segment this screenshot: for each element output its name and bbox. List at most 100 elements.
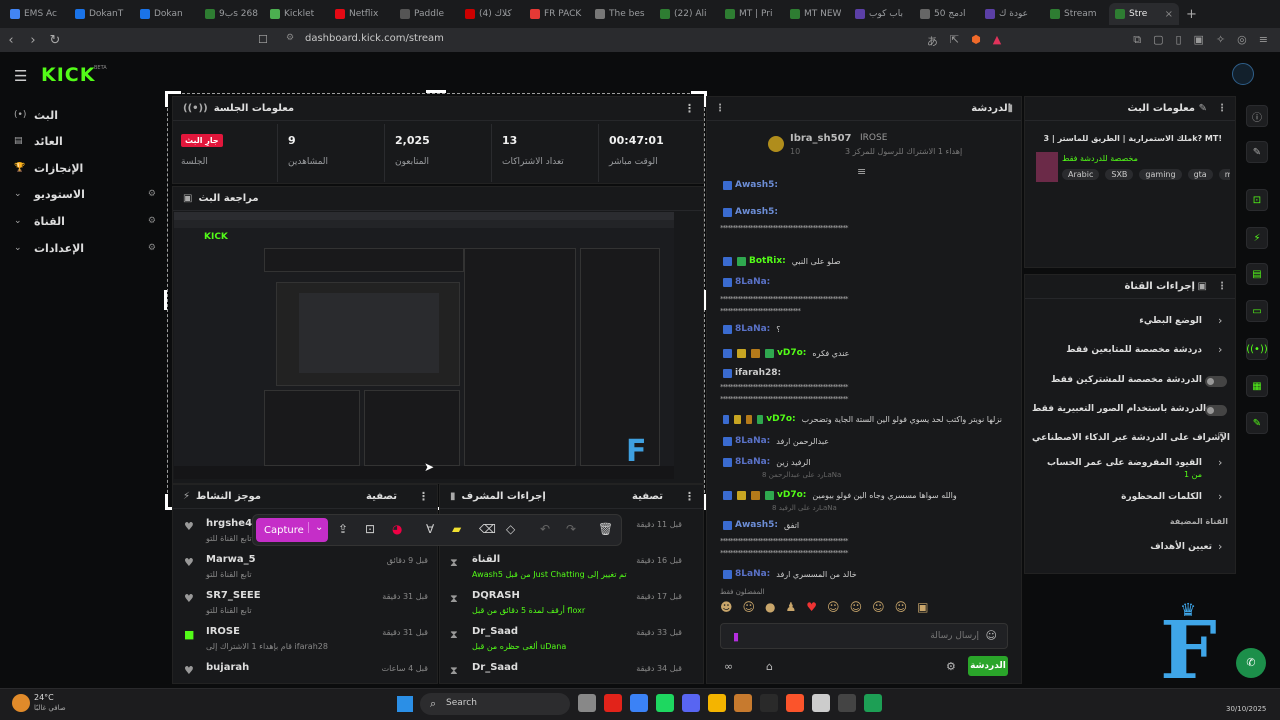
brave-shield-icon[interactable]: ⬢ <box>971 33 981 49</box>
emote-icon[interactable]: ♟ <box>786 600 797 618</box>
browser-tab[interactable]: Kicklet <box>264 3 328 25</box>
site-info-icon[interactable]: ⚙ <box>286 33 294 43</box>
taskbar-app-icon[interactable] <box>578 694 596 712</box>
browser-tab[interactable]: عودة ك <box>979 3 1043 25</box>
stats-icon[interactable]: ▦ <box>1246 375 1268 397</box>
browser-tab[interactable]: باب كوب <box>849 3 913 25</box>
capture-button[interactable]: Capture ⌄ <box>256 518 328 542</box>
stream-tag[interactable]: gta <box>1187 169 1213 180</box>
mod-filter-button[interactable]: تصفية <box>632 491 663 502</box>
chevron-right-icon[interactable]: › <box>1218 343 1222 356</box>
emote-icon[interactable]: ▣ <box>917 600 928 618</box>
screenshot-tool-icon[interactable]: ⊡ <box>365 522 375 536</box>
taskbar-app-icon[interactable] <box>838 694 856 712</box>
taskbar-app-icon[interactable] <box>760 694 778 712</box>
leo-icon[interactable]: ✧ <box>1216 33 1225 49</box>
highlighter-tool-icon[interactable]: ▰ <box>452 522 461 536</box>
clip-icon[interactable]: ⊡ <box>1246 189 1268 211</box>
color-tool-icon[interactable]: ◕ <box>392 522 402 536</box>
browser-tab[interactable]: Dokan <box>134 3 198 25</box>
eraser-tool-icon[interactable]: ⌫ <box>479 522 496 536</box>
weather-desc[interactable]: صافي غالبًا <box>34 704 66 712</box>
browser-tab[interactable]: Stre × <box>1109 3 1179 25</box>
chat-popout-icon[interactable]: ▮ <box>1007 103 1013 114</box>
browser-tab[interactable]: Netflix <box>329 3 393 25</box>
browser-tab[interactable]: MT | Pri <box>719 3 783 25</box>
settings-wrench-icon[interactable]: ✎ <box>1246 412 1268 434</box>
taskbar-search[interactable]: ⌕ Search <box>420 693 570 715</box>
sidebar-item[interactable]: (•) البث <box>8 105 160 125</box>
forward-icon[interactable]: › <box>22 33 44 48</box>
sidebar-item[interactable]: ⌄ الاستوديو ⚙ <box>8 184 160 204</box>
taskbar-app-icon[interactable] <box>812 694 830 712</box>
channel-actions-more-icon[interactable]: ⋮ <box>1217 281 1227 292</box>
chat-message[interactable]: vD7o: والله سواها مسسري وجاه الين فولو بي… <box>720 488 1002 502</box>
activity-filter-button[interactable]: تصفية <box>366 491 397 502</box>
stream-info-more-icon[interactable]: ⋮ <box>1217 103 1227 114</box>
browser-tab[interactable]: The bes <box>589 3 653 25</box>
activity-more-icon[interactable]: ⋮ <box>418 490 429 503</box>
chat-message[interactable]: 8LaNa: ؟ <box>720 322 1002 336</box>
link-icon[interactable]: ∞ <box>724 660 733 673</box>
delete-icon[interactable]: 🗑 <box>598 522 613 536</box>
broadcast-icon[interactable]: ((•)) <box>1246 338 1268 360</box>
browser-tab[interactable]: (4) كلاك <box>459 3 523 25</box>
channel-action-item[interactable]: الكلمات المحظورة <box>1032 492 1202 502</box>
chat-settings-icon[interactable]: ⚙ <box>946 660 956 673</box>
sidebar-item[interactable]: ⌄ الإعدادات ⚙ <box>8 238 160 258</box>
section-settings-icon[interactable]: ⚙ <box>148 243 156 253</box>
channel-action-item[interactable]: الدردشة مخصصة للمشتركين فقط <box>1032 375 1202 385</box>
chevron-right-icon[interactable]: › <box>1218 456 1222 469</box>
store-icon[interactable]: ⌂ <box>766 660 773 673</box>
channel-action-item[interactable]: القيود المفروضة على عمر الحساب <box>1032 458 1202 468</box>
chat-message[interactable]: vD7o: عندي فكره <box>720 346 1002 360</box>
weather-temp[interactable]: 24°C <box>34 693 54 702</box>
share-icon[interactable]: ⇱ <box>950 33 959 49</box>
collapse-pinned-icon[interactable]: ≡ <box>857 165 866 178</box>
external-link-icon[interactable]: ⇱ <box>1218 432 1226 442</box>
taskbar-date[interactable]: 30/10/2025 <box>1226 705 1266 713</box>
document-icon[interactable]: ▤ <box>1246 263 1268 285</box>
chat-more-icon[interactable]: ⋮ <box>715 103 725 114</box>
browser-tab[interactable]: DokanT <box>69 3 133 25</box>
channel-action-item[interactable]: الدردشة باستخدام الصور التعبيرية فقط <box>1032 404 1206 414</box>
sidebar-item[interactable]: ⌄ القناة ⚙ <box>8 211 160 231</box>
windows-start-icon[interactable] <box>397 696 413 712</box>
channel-action-item[interactable]: الإشراف على الدردشة عبر الذكاء الاصطناعي <box>1032 433 1230 443</box>
tab-search-icon[interactable]: ▢ <box>1153 33 1163 49</box>
translate-icon[interactable]: あ <box>927 33 938 49</box>
weather-icon[interactable] <box>12 694 30 712</box>
browser-tab[interactable]: Paddle <box>394 3 458 25</box>
selection-handle-top[interactable] <box>426 90 446 93</box>
channel-action-item[interactable]: دردشة مخصصة للمتابعين فقط <box>1032 345 1202 355</box>
undo-icon[interactable]: ↶ <box>540 522 550 536</box>
chat-message[interactable]: vD7o: نزلها نويتر واكتب لحد يسوي فولو الي… <box>720 412 1002 426</box>
set-goals-item[interactable]: تعيين الأهداف <box>1032 542 1212 552</box>
edit-icon[interactable]: ✎ <box>1246 141 1268 163</box>
taskbar-app-icon[interactable] <box>864 694 882 712</box>
stream-tag[interactable]: Arabic <box>1062 169 1100 180</box>
browser-tab[interactable]: FR PACK <box>524 3 588 25</box>
chat-message[interactable]: 8LaNa: خالد من المسسري ارفد <box>720 567 1002 581</box>
channel-action-item[interactable]: الوضع البطيء <box>1032 316 1202 326</box>
sidebar-icon[interactable]: ▯ <box>1175 33 1181 49</box>
stream-tag[interactable]: SXB <box>1105 169 1134 180</box>
taskbar-app-icon[interactable] <box>604 694 622 712</box>
lightning-icon[interactable]: ⚡ <box>1246 227 1268 249</box>
taskbar-app-icon[interactable] <box>708 694 726 712</box>
chat-message[interactable]: 8LaNa: <box>720 275 1002 289</box>
category-thumbnail[interactable] <box>1036 152 1058 182</box>
edit-icon[interactable]: ✎ <box>1199 103 1207 114</box>
stream-tag[interactable]: mt <box>1218 169 1230 180</box>
pen-tool-icon[interactable]: ∀ <box>426 522 434 536</box>
browser-tab[interactable]: MT NEW <box>784 3 848 25</box>
emoji-icon[interactable]: ☺ <box>986 629 997 642</box>
section-settings-icon[interactable]: ⚙ <box>148 189 156 199</box>
emote-icon[interactable]: ☺ <box>872 600 885 618</box>
info-icon[interactable]: ⓘ <box>1246 105 1268 127</box>
taskbar-app-icon[interactable] <box>786 694 804 712</box>
shapes-tool-icon[interactable]: ◇ <box>506 522 515 536</box>
wallet-icon[interactable]: ▣ <box>1194 33 1204 49</box>
browser-tab[interactable]: EMS Ac <box>4 3 68 25</box>
hamburger-menu-icon[interactable]: ☰ <box>14 67 27 85</box>
